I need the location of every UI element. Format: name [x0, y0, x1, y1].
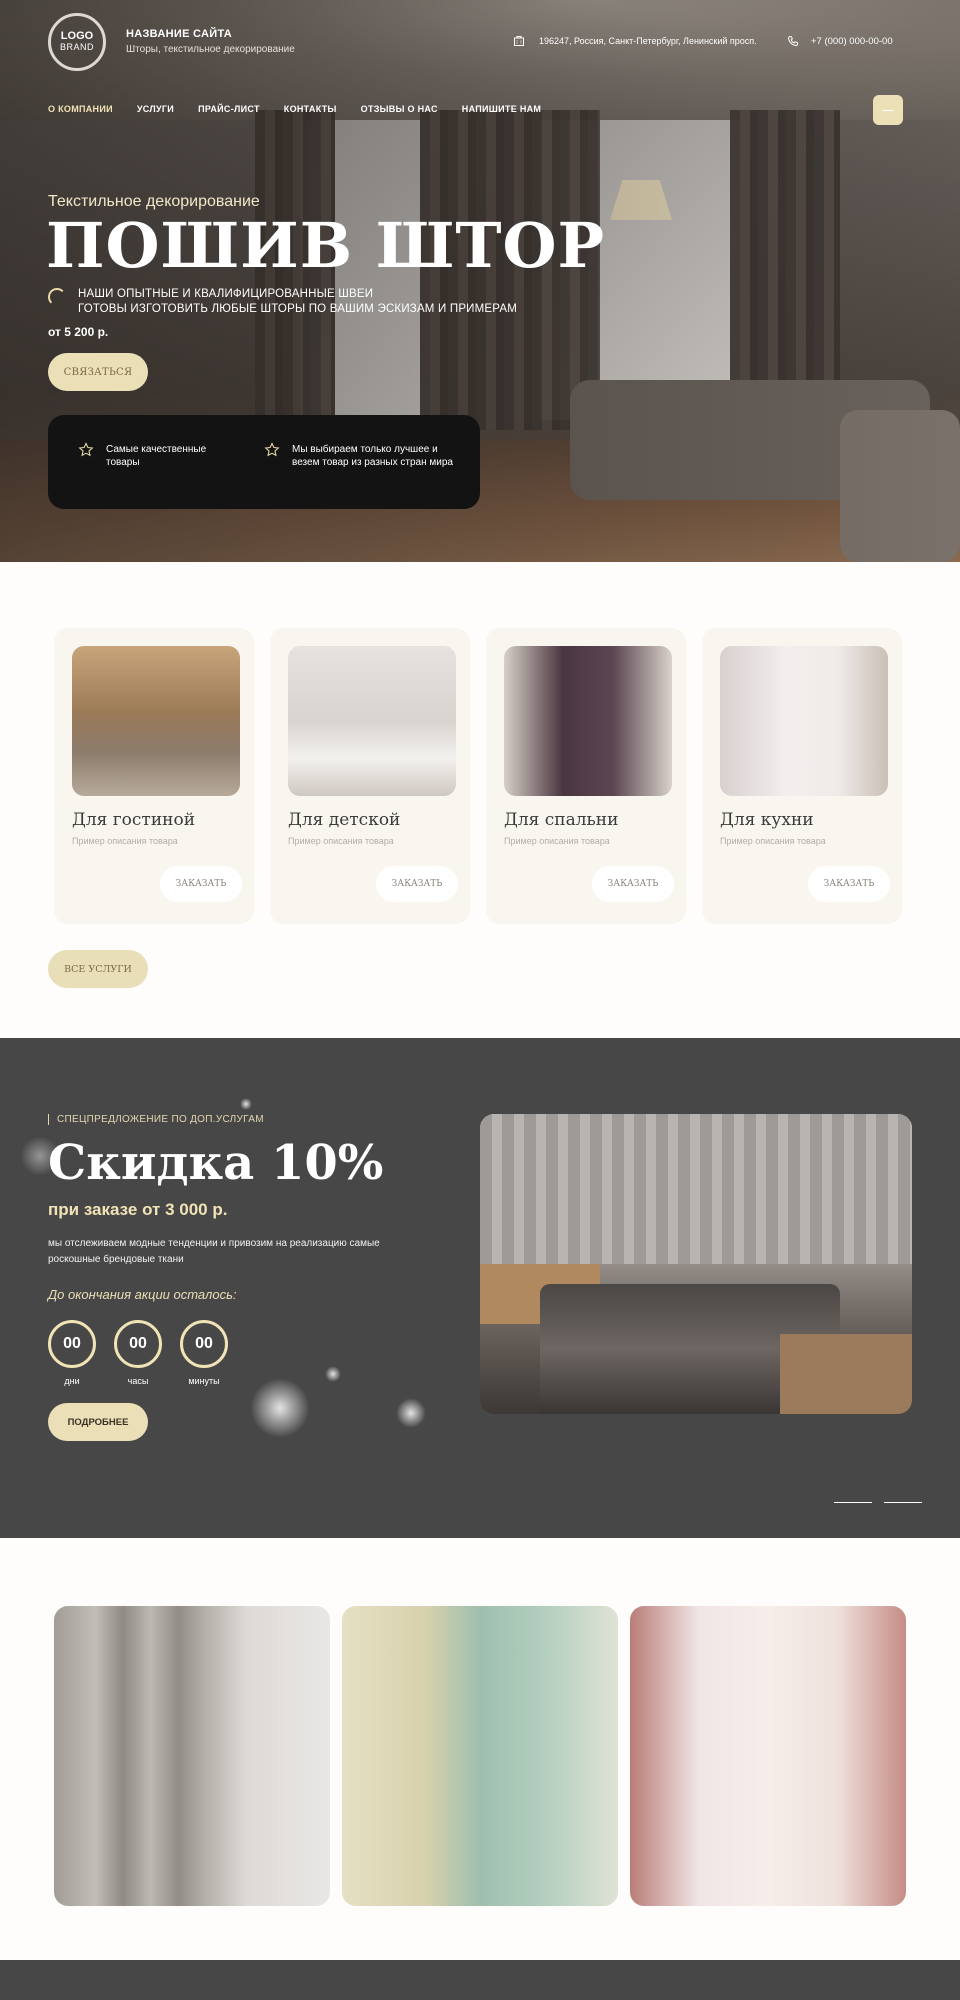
nav-pricelist[interactable]: ПРАЙС-ЛИСТ — [198, 104, 260, 114]
card-title: Для спальни — [504, 810, 619, 830]
card-description: Пример описания товара — [288, 836, 394, 846]
photo-curtains — [480, 1114, 912, 1264]
hero-desc-line2: ГОТОВЫ ИЗГОТОВИТЬ ЛЮБЫЕ ШТОРЫ ПО ВАШИМ Э… — [78, 303, 518, 315]
service-card-bedroom[interactable]: Для спальни Пример описания товара ЗАКАЗ… — [486, 628, 686, 924]
timer-hours: 00 часы — [114, 1320, 162, 1386]
timer-days: 00 дни — [48, 1320, 96, 1386]
footer-strip — [0, 1960, 960, 2000]
address-text: 196247, Россия, Санкт-Петербург, Ленинск… — [539, 36, 757, 46]
gallery-image-pink-curtain[interactable] — [630, 1606, 906, 1906]
site-subtitle: Шторы, текстильное декорирование — [126, 44, 295, 55]
hero-section: LOGO BRAND НАЗВАНИЕ САЙТА Шторы, текстил… — [0, 0, 960, 562]
hero-desc-line1: НАШИ ОПЫТНЫЕ И КВАЛИФИЦИРОВАННЫЕ ШВЕИ — [78, 288, 374, 300]
promo-kicker: СПЕЦПРЕДЛОЖЕНИЕ ПО ДОП.УСЛУГАМ — [48, 1114, 264, 1125]
kitchen-photo — [720, 646, 888, 796]
timer-unit: дни — [64, 1376, 80, 1386]
promo-section: СПЕЦПРЕДЛОЖЕНИЕ ПО ДОП.УСЛУГАМ Скидка 10… — [0, 1038, 960, 1538]
card-description: Пример описания товара — [72, 836, 178, 846]
bokeh-light — [396, 1398, 426, 1428]
phone-text: +7 (000) 000-00-00 — [811, 35, 893, 47]
slider-arrows — [834, 1500, 922, 1506]
menu-button[interactable] — [873, 95, 903, 125]
timer-unit: минуты — [188, 1376, 220, 1386]
site-name: НАЗВАНИЕ САЙТА — [126, 28, 233, 40]
building-icon — [514, 36, 524, 46]
hero-title: ПОШИВ ШТОР — [46, 209, 606, 282]
nav-write-us[interactable]: НАПИШИТЕ НАМ — [462, 104, 541, 114]
arrow-right-icon[interactable] — [884, 1500, 922, 1506]
timer-value: 00 — [180, 1320, 228, 1368]
more-button[interactable]: ПОДРОБНЕЕ — [48, 1403, 148, 1441]
timer-value: 00 — [48, 1320, 96, 1368]
services-section: Для гостиной Пример описания товара ЗАКА… — [0, 562, 960, 1038]
service-card-living-room[interactable]: Для гостиной Пример описания товара ЗАКА… — [54, 628, 254, 924]
main-nav: О КОМПАНИИ УСЛУГИ ПРАЙС-ЛИСТ КОНТАКТЫ ОТ… — [48, 104, 541, 114]
bokeh-light — [250, 1378, 310, 1438]
contact-button[interactable]: СВЯЗАТЬСЯ — [48, 353, 148, 391]
hero-price: от 5 200 р. — [48, 325, 109, 339]
kids-room-photo — [288, 646, 456, 796]
logo-line2: BRAND — [59, 42, 94, 53]
timer-minutes: 00 минуты — [180, 1320, 228, 1386]
features-panel: Самые качественные товары Мы выбираем то… — [48, 415, 480, 509]
star-icon — [78, 442, 94, 457]
all-services-button[interactable]: ВСЕ УСЛУГИ — [48, 950, 148, 988]
header-address: 196247, Россия, Санкт-Петербург, Ленинск… — [513, 35, 757, 47]
living-room-photo — [72, 646, 240, 796]
bokeh-light — [240, 1098, 252, 1110]
hero-description: НАШИ ОПЫТНЫЕ И КВАЛИФИЦИРОВАННЫЕ ШВЕИ ГО… — [78, 287, 517, 317]
timer-unit: часы — [127, 1376, 149, 1386]
order-button[interactable]: ЗАКАЗАТЬ — [160, 866, 242, 902]
arrow-left-icon[interactable] — [834, 1500, 872, 1506]
gallery-image-grey-curtain[interactable] — [54, 1606, 330, 1906]
promo-title: Скидка 10% — [48, 1135, 384, 1191]
gallery-image-pattern-curtain[interactable] — [342, 1606, 618, 1906]
bedroom-photo — [504, 646, 672, 796]
timer-value: 00 — [114, 1320, 162, 1368]
promo-description: мы отслеживаем модные тенденции и привоз… — [48, 1238, 380, 1265]
order-button[interactable]: ЗАКАЗАТЬ — [592, 866, 674, 902]
nav-contacts[interactable]: КОНТАКТЫ — [284, 104, 337, 114]
nav-services[interactable]: УСЛУГИ — [137, 104, 174, 114]
nav-about[interactable]: О КОМПАНИИ — [48, 104, 113, 114]
card-description: Пример описания товара — [504, 836, 610, 846]
feature-text: Мы выбираем только лучшее и везем товар … — [292, 444, 453, 468]
feature-item: Мы выбираем только лучшее и везем товар … — [264, 442, 454, 469]
order-button[interactable]: ЗАКАЗАТЬ — [808, 866, 890, 902]
card-title: Для детской — [288, 810, 401, 830]
card-title: Для кухни — [720, 810, 814, 830]
star-icon — [264, 442, 280, 457]
bokeh-light — [325, 1366, 341, 1382]
loader-icon — [48, 288, 66, 306]
gallery-section — [0, 1538, 960, 1960]
service-card-kitchen[interactable]: Для кухни Пример описания товара ЗАКАЗАТ… — [702, 628, 902, 924]
service-card-kids-room[interactable]: Для детской Пример описания товара ЗАКАЗ… — [270, 628, 470, 924]
card-description: Пример описания товара — [720, 836, 826, 846]
photo-floor — [780, 1334, 912, 1414]
menu-icon — [882, 109, 894, 111]
header-phone[interactable]: +7 (000) 000-00-00 — [787, 35, 893, 47]
nav-reviews[interactable]: ОТЗЫВЫ О НАС — [361, 104, 438, 114]
countdown-label: До окончания акции осталось: — [48, 1287, 237, 1302]
order-button[interactable]: ЗАКАЗАТЬ — [376, 866, 458, 902]
promo-subtitle: при заказе от 3 000 р. — [48, 1200, 228, 1219]
card-title: Для гостиной — [72, 810, 196, 830]
feature-item: Самые качественные товары — [78, 442, 238, 469]
feature-text: Самые качественные товары — [106, 444, 207, 468]
promo-bedroom-photo — [480, 1114, 912, 1414]
phone-icon — [787, 35, 799, 47]
logo-line1: LOGO — [60, 30, 94, 43]
brand-logo[interactable]: LOGO BRAND — [48, 13, 106, 71]
